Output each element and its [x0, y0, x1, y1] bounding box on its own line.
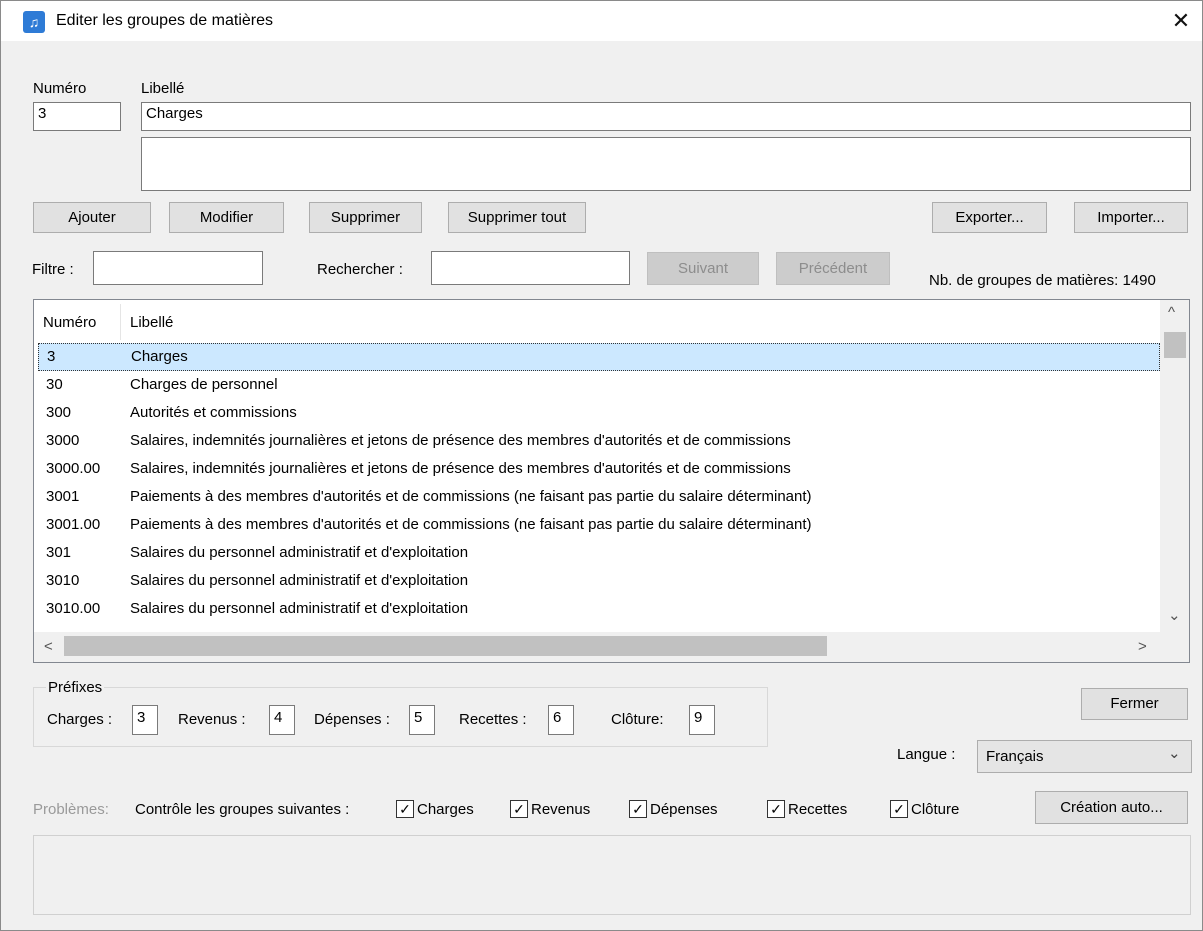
scroll-down-icon[interactable]: ⌄	[1168, 606, 1181, 624]
revenus-prefix-input[interactable]: 4	[269, 705, 295, 735]
depenses-prefix-label: Dépenses :	[314, 711, 390, 728]
recettes-prefix-input[interactable]: 6	[548, 705, 574, 735]
revenus-checkbox[interactable]: ✓	[510, 800, 528, 818]
depenses-checkbox-label[interactable]: Dépenses	[650, 801, 718, 818]
table-row[interactable]: 3001.00 Paiements à des membres d'autori…	[38, 511, 1160, 539]
problems-output	[33, 835, 1191, 915]
row-label: Salaires, indemnités journalières et jet…	[130, 432, 791, 449]
table-row[interactable]: 300 Autorités et commissions	[38, 399, 1160, 427]
cloture-checkbox-label[interactable]: Clôture	[911, 801, 959, 818]
modify-button[interactable]: Modifier	[169, 202, 284, 233]
libelle-input[interactable]: Charges	[141, 102, 1191, 131]
column-header-numero[interactable]: Numéro	[43, 314, 96, 331]
charges-checkbox[interactable]: ✓	[396, 800, 414, 818]
problems-label: Problèmes:	[33, 801, 109, 818]
depenses-prefix-input[interactable]: 5	[409, 705, 435, 735]
row-label: Paiements à des membres d'autorités et d…	[130, 488, 812, 505]
import-button[interactable]: Importer...	[1074, 202, 1188, 233]
charges-checkbox-label[interactable]: Charges	[417, 801, 474, 818]
horizontal-scroll-thumb[interactable]	[64, 636, 827, 656]
revenus-checkbox-label[interactable]: Revenus	[531, 801, 590, 818]
table-row[interactable]: 3010 Salaires du personnel administratif…	[38, 567, 1160, 595]
row-number: 30	[46, 376, 63, 393]
export-button[interactable]: Exporter...	[932, 202, 1047, 233]
row-label: Charges	[131, 348, 188, 365]
scroll-left-icon[interactable]: <	[44, 638, 53, 655]
row-label: Salaires, indemnités journalières et jet…	[130, 460, 791, 477]
language-select[interactable]: Français ⌄	[977, 740, 1192, 773]
vertical-scroll-thumb[interactable]	[1164, 332, 1186, 358]
table-row[interactable]: 301 Salaires du personnel administratif …	[38, 539, 1160, 567]
row-number: 3000	[46, 432, 80, 449]
chevron-down-icon: ⌄	[1168, 745, 1181, 762]
column-header-libelle[interactable]: Libellé	[130, 314, 173, 331]
filter-input[interactable]	[93, 251, 263, 285]
delete-button[interactable]: Supprimer	[309, 202, 422, 233]
revenus-prefix-label: Revenus :	[178, 711, 246, 728]
charges-prefix-label: Charges :	[47, 711, 113, 728]
control-groups-label: Contrôle les groupes suivantes :	[135, 801, 350, 818]
row-number: 300	[46, 404, 72, 421]
row-label: Paiements à des membres d'autorités et d…	[130, 516, 812, 533]
row-number: 3010.00	[46, 600, 101, 617]
row-number: 3001	[46, 488, 80, 505]
auto-create-button[interactable]: Création auto...	[1035, 791, 1188, 824]
language-label: Langue :	[897, 746, 956, 763]
row-label: Autorités et commissions	[130, 404, 297, 421]
recettes-checkbox-label[interactable]: Recettes	[788, 801, 847, 818]
row-label: Charges de personnel	[130, 376, 278, 393]
row-label: Salaires du personnel administratif et d…	[130, 600, 469, 617]
charges-prefix-input[interactable]: 3	[132, 705, 158, 735]
window-title: Editer les groupes de matières	[56, 12, 273, 29]
row-number: 3	[47, 348, 56, 365]
dialog-window: ♫ Editer les groupes de matières ✕ Numér…	[0, 0, 1203, 931]
close-button[interactable]: Fermer	[1081, 688, 1188, 720]
language-value: Français	[986, 748, 1044, 765]
previous-button[interactable]: Précédent	[776, 252, 890, 285]
row-number: 3000.00	[46, 460, 101, 477]
numero-input[interactable]: 3	[33, 102, 121, 131]
prefixes-title: Préfixes	[46, 679, 105, 696]
row-number: 3001.00	[46, 516, 101, 533]
app-icon: ♫	[23, 11, 45, 33]
search-label: Rechercher :	[317, 261, 403, 278]
table-row[interactable]: 3010.00 Salaires du personnel administra…	[38, 595, 1160, 623]
cloture-checkbox[interactable]: ✓	[890, 800, 908, 818]
table-row[interactable]: 30 Charges de personnel	[38, 371, 1160, 399]
scroll-up-icon[interactable]: ^	[1168, 304, 1175, 321]
numero-label: Numéro	[33, 80, 87, 97]
delete-all-button[interactable]: Supprimer tout	[448, 202, 586, 233]
search-input[interactable]	[431, 251, 630, 285]
title-bar[interactable]: ♫ Editer les groupes de matières ✕	[1, 1, 1202, 41]
table-row[interactable]: 3 Charges	[38, 343, 1160, 371]
description-textarea[interactable]	[141, 137, 1191, 191]
row-label: Salaires du personnel administratif et d…	[130, 572, 469, 589]
table-row[interactable]: 3000 Salaires, indemnités journalières e…	[38, 427, 1160, 455]
depenses-checkbox[interactable]: ✓	[629, 800, 647, 818]
scroll-right-icon[interactable]: >	[1138, 638, 1147, 655]
next-button[interactable]: Suivant	[647, 252, 759, 285]
recettes-checkbox[interactable]: ✓	[767, 800, 785, 818]
libelle-label: Libellé	[141, 80, 185, 97]
table-row[interactable]: 3000.00 Salaires, indemnités journalière…	[38, 455, 1160, 483]
groups-list[interactable]: Numéro Libellé 3 Charges 30 Charges de p…	[33, 299, 1190, 663]
row-number: 3010	[46, 572, 80, 589]
cloture-prefix-input[interactable]: 9	[689, 705, 715, 735]
recettes-prefix-label: Recettes :	[459, 711, 527, 728]
row-label: Salaires du personnel administratif et d…	[130, 544, 469, 561]
close-icon[interactable]: ✕	[1161, 3, 1201, 39]
group-count: Nb. de groupes de matières: 1490	[929, 272, 1156, 289]
table-row[interactable]: 3001 Paiements à des membres d'autorités…	[38, 483, 1160, 511]
filter-label: Filtre :	[32, 261, 74, 278]
column-divider[interactable]	[120, 304, 121, 340]
cloture-prefix-label: Clôture:	[611, 711, 664, 728]
add-button[interactable]: Ajouter	[33, 202, 151, 233]
row-number: 301	[46, 544, 72, 561]
